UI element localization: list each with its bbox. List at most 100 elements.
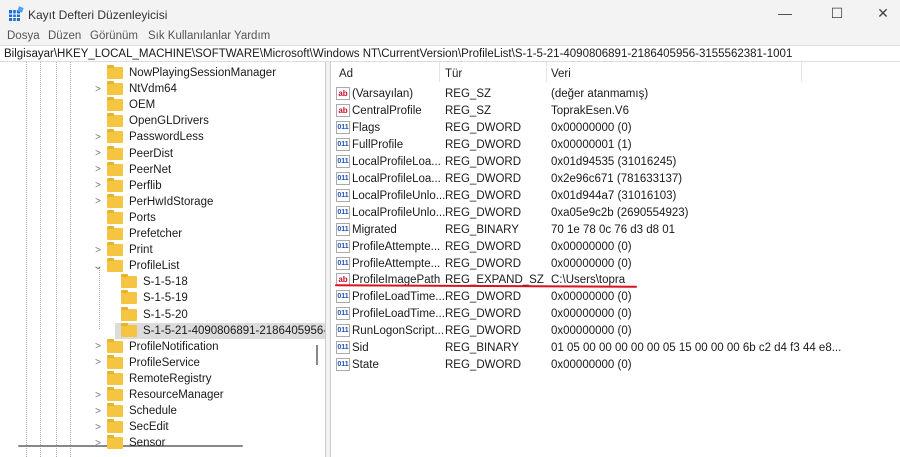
value-name: Sid bbox=[352, 342, 369, 355]
value-row[interactable]: 011 State REG_DWORD 0x00000000 (0) bbox=[336, 357, 896, 374]
value-row[interactable]: 011 LocalProfileLoa... REG_DWORD 0x01d94535… bbox=[336, 154, 896, 171]
chevron-right-icon[interactable]: > bbox=[93, 164, 103, 175]
value-row[interactable]: 011 Flags REG_DWORD 0x00000000 (0) bbox=[336, 120, 896, 137]
value-data: 0x01d944a7 (31016103) bbox=[551, 189, 677, 202]
column-header-data[interactable]: Veri bbox=[551, 68, 571, 80]
tree-item[interactable]: > ProfileService bbox=[93, 354, 200, 371]
value-name: LocalProfileLoa... bbox=[352, 155, 441, 168]
value-row[interactable]: 011 ProfileLoadTime... REG_DWORD 0x00000000… bbox=[336, 289, 896, 306]
tree-item[interactable]: RemoteRegistry bbox=[93, 370, 212, 387]
tree-item[interactable]: > ResourceManager bbox=[93, 387, 224, 403]
chevron-right-icon[interactable]: > bbox=[93, 196, 103, 207]
folder-icon bbox=[107, 226, 123, 240]
binary-value-icon: 011 bbox=[336, 358, 350, 372]
value-type: REG_SZ bbox=[445, 104, 492, 117]
chevron-right-icon[interactable]: > bbox=[93, 438, 103, 449]
value-name: RunLogonScript... bbox=[352, 325, 445, 338]
chevron-right-icon[interactable]: > bbox=[93, 84, 103, 95]
chevron-right-icon[interactable]: > bbox=[93, 422, 103, 433]
value-row[interactable]: 011 Sid REG_BINARY 01 05 00 00 00 00 00 05 … bbox=[336, 340, 896, 357]
menu-favorites[interactable]: Sık Kullanılanlar bbox=[148, 30, 231, 42]
chevron-right-icon[interactable]: > bbox=[93, 148, 103, 159]
menu-view[interactable]: Görünüm bbox=[90, 30, 138, 42]
value-row[interactable]: 011 LocalProfileUnlo... REG_DWORD 0xa05e9c2… bbox=[336, 205, 896, 222]
tree-item[interactable]: OEM bbox=[93, 97, 155, 113]
folder-icon bbox=[107, 338, 123, 353]
chevron-right-icon[interactable]: > bbox=[93, 341, 103, 352]
chevron-right-icon[interactable]: > bbox=[93, 180, 103, 191]
tree-item[interactable]: > PasswordLess bbox=[93, 129, 204, 145]
tree-item[interactable]: NowPlayingSessionManager bbox=[93, 65, 276, 81]
value-row[interactable]: 011 LocalProfileLoa... REG_DWORD 0x2e96c671… bbox=[336, 171, 896, 188]
chevron-right-icon[interactable]: > bbox=[93, 390, 103, 401]
chevron-down-icon[interactable]: ⌄ bbox=[92, 261, 105, 272]
tree-item[interactable]: S-1-5-18 bbox=[115, 274, 188, 290]
key-tree[interactable]: NowPlayingSessionManager > NtVdm64 OEM OpenG… bbox=[0, 62, 326, 457]
value-data: 0x00000000 (0) bbox=[551, 325, 632, 338]
maximize-button[interactable]: ☐ bbox=[814, 0, 860, 28]
tree-item-label: PasswordLess bbox=[129, 131, 204, 144]
value-name: (Varsayılan) bbox=[352, 88, 414, 100]
chevron-right-icon[interactable]: > bbox=[93, 132, 103, 143]
folder-icon bbox=[107, 209, 123, 224]
string-value-icon: ab bbox=[336, 87, 350, 100]
tree-item[interactable]: > NtVdm64 bbox=[93, 81, 177, 97]
tree-item[interactable]: S-1-5-20 bbox=[115, 306, 188, 323]
menu-edit[interactable]: Düzen bbox=[48, 30, 81, 42]
tree-item[interactable]: > PerHwIdStorage bbox=[93, 193, 213, 210]
tree-item[interactable]: > SecEdit bbox=[93, 419, 169, 435]
folder-icon bbox=[107, 177, 123, 192]
folder-icon bbox=[107, 370, 123, 385]
binary-value-icon: 011 bbox=[336, 256, 350, 270]
value-row[interactable]: ab CentralProfile REG_SZ ToprakEsen.V6 bbox=[336, 103, 896, 120]
tree-item[interactable]: > PeerNet bbox=[93, 161, 171, 178]
value-row[interactable]: 011 ProfileAttempte... REG_DWORD 0x00000000… bbox=[336, 239, 896, 256]
tree-item[interactable]: > Sensor bbox=[93, 435, 165, 451]
chevron-right-icon[interactable]: > bbox=[93, 245, 103, 256]
tree-item[interactable]: Prefetcher bbox=[93, 226, 182, 242]
column-header-type[interactable]: Tür bbox=[445, 68, 462, 80]
value-row[interactable]: 011 FullProfile REG_DWORD 0x00000001 (1) bbox=[336, 137, 896, 154]
value-row[interactable]: 011 LocalProfileUnlo... REG_DWORD 0x01d944a… bbox=[336, 188, 896, 205]
value-name: LocalProfileUnlo... bbox=[352, 206, 446, 219]
tree-item-label: NowPlayingSessionManager bbox=[129, 67, 277, 79]
value-name: LocalProfileUnlo... bbox=[352, 189, 446, 202]
tree-item[interactable]: > Print bbox=[93, 242, 153, 258]
tree-item-label: Print bbox=[129, 244, 153, 257]
value-row[interactable]: 011 RunLogonScript... REG_DWORD 0x00000000 … bbox=[336, 323, 896, 340]
tree-item[interactable]: S-1-5-19 bbox=[115, 290, 188, 306]
tree-item[interactable]: > PeerDist bbox=[93, 145, 174, 162]
value-row[interactable]: 011 ProfileAttempte... REG_DWORD 0x00000000… bbox=[336, 256, 896, 273]
tree-item-label: OpenGLDrivers bbox=[129, 115, 209, 128]
tree-item-label: SecEdit bbox=[129, 421, 169, 434]
tree-item[interactable]: > Schedule bbox=[93, 403, 177, 419]
vertical-scrollbar[interactable] bbox=[316, 345, 318, 365]
tree-item[interactable]: Ports bbox=[93, 209, 156, 226]
value-row[interactable]: 011 Migrated REG_BINARY 70 1e 78 0c 76 d3 d… bbox=[336, 222, 896, 239]
folder-icon bbox=[107, 81, 123, 96]
tree-item[interactable]: OpenGLDrivers bbox=[93, 113, 209, 129]
value-row[interactable]: ab (Varsayılan) REG_SZ (değer atanmamış) bbox=[336, 86, 896, 103]
tree-item-label: Ports bbox=[129, 211, 156, 224]
value-row[interactable]: 011 ProfileLoadTime... REG_DWORD 0x00000000… bbox=[336, 306, 896, 323]
value-data: (değer atanmamış) bbox=[551, 88, 649, 100]
folder-icon bbox=[107, 113, 123, 128]
tree-item-label: PeerDist bbox=[129, 147, 174, 160]
close-button[interactable]: ✕ bbox=[860, 0, 900, 28]
menu-file[interactable]: Dosya bbox=[7, 30, 40, 42]
tree-item[interactable]: S-1-5-21-4090806891-2186405956-31 bbox=[115, 322, 325, 339]
tree-item-label: ResourceManager bbox=[129, 389, 224, 401]
tree-item[interactable]: > ProfileNotification bbox=[93, 338, 218, 355]
value-name: ProfileLoadTime... bbox=[352, 291, 445, 304]
tree-item[interactable]: ⌄ ProfileList bbox=[93, 258, 180, 274]
address-bar[interactable]: Bilgisayar\HKEY_LOCAL_MACHINE\SOFTWARE\M… bbox=[0, 45, 900, 62]
tree-item-label: RemoteRegistry bbox=[129, 372, 212, 385]
tree-item[interactable]: > Perflib bbox=[93, 177, 162, 194]
tree-item-label: ProfileService bbox=[129, 356, 200, 369]
chevron-right-icon[interactable]: > bbox=[93, 406, 103, 417]
minimize-button[interactable]: — bbox=[762, 0, 808, 28]
chevron-right-icon[interactable]: > bbox=[93, 357, 103, 368]
value-type: REG_DWORD bbox=[445, 257, 522, 270]
menu-help[interactable]: Yardım bbox=[234, 30, 270, 42]
column-header-name[interactable]: Ad bbox=[339, 68, 353, 80]
